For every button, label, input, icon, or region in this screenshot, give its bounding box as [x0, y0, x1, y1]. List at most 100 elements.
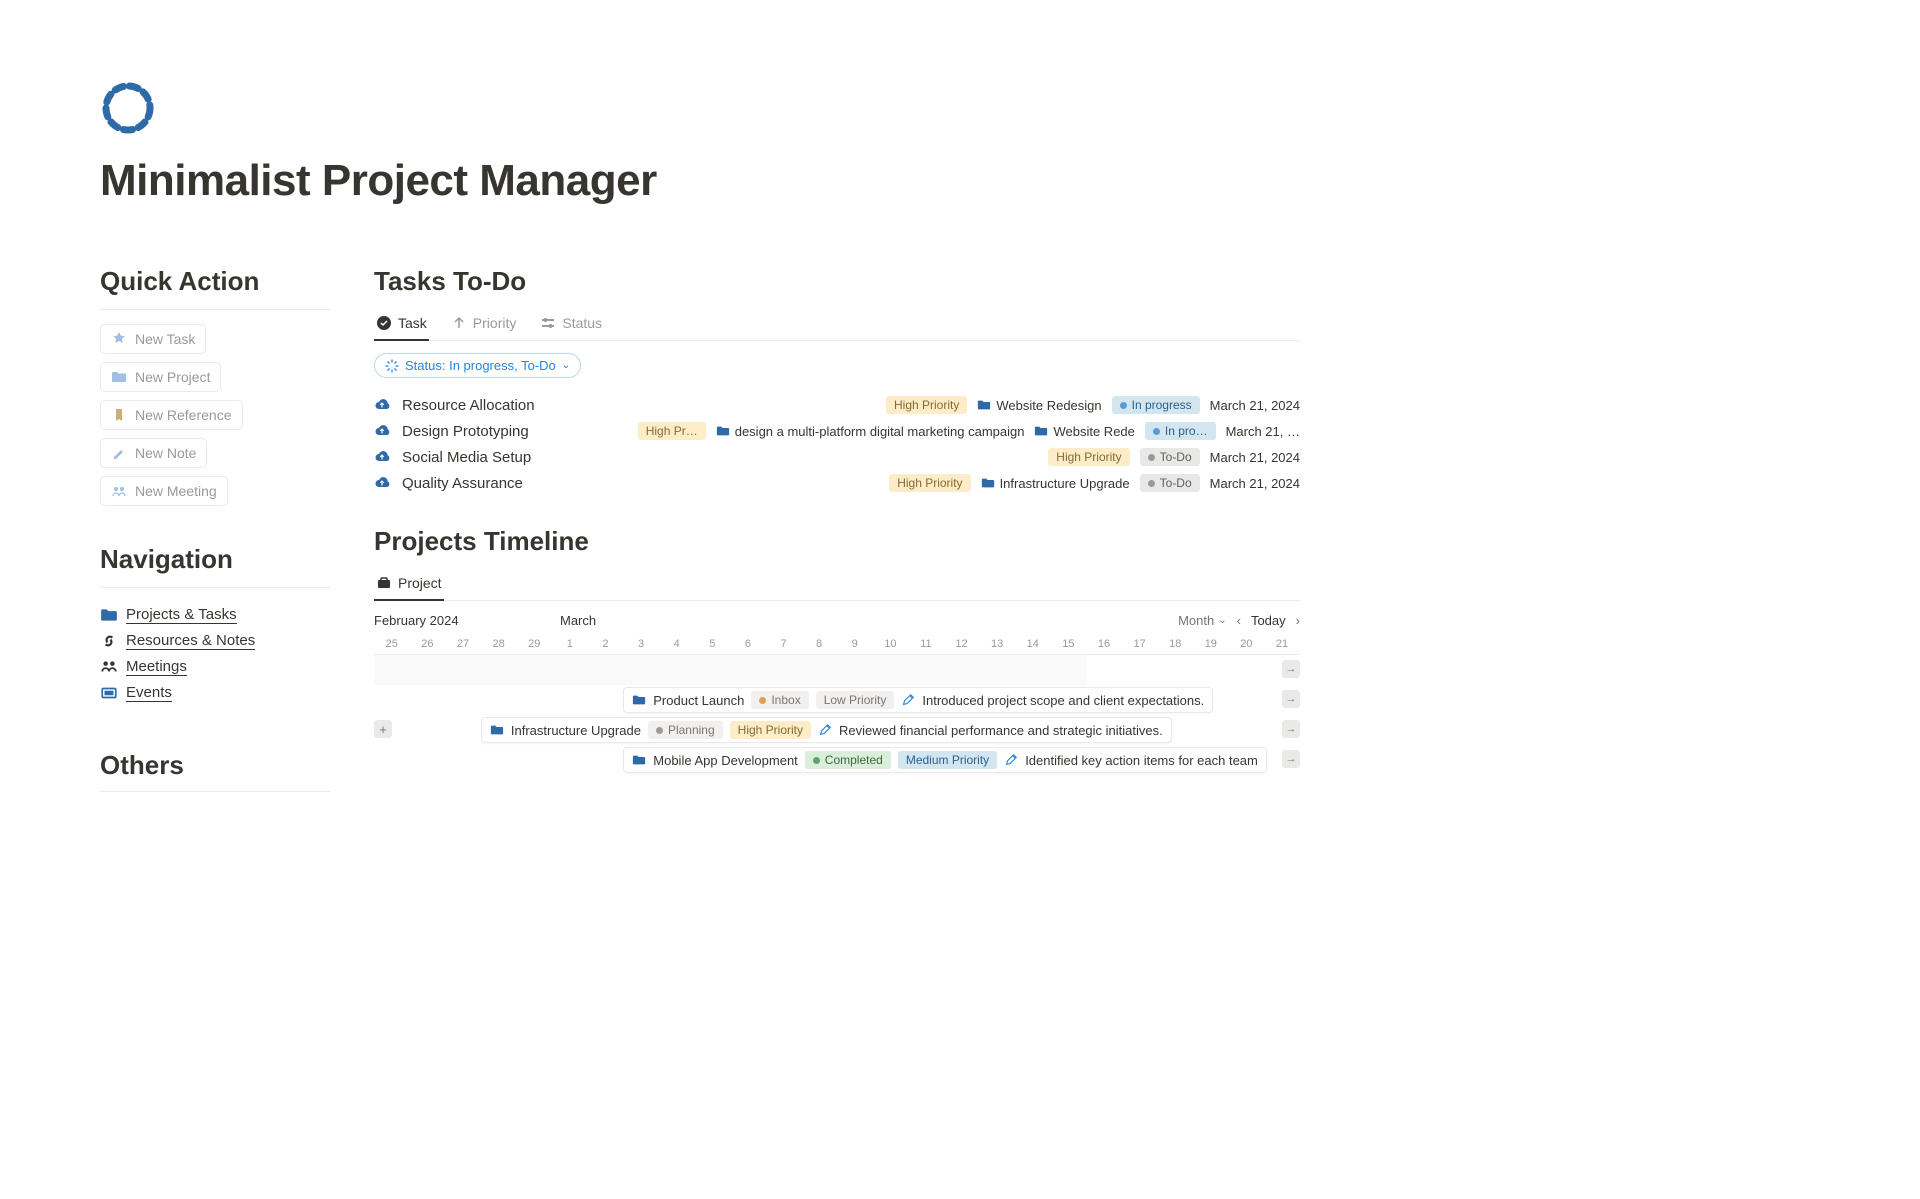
quick-action-new-reference[interactable]: New Reference — [100, 400, 243, 430]
timeline-row: Product LaunchInboxLow PriorityIntroduce… — [374, 685, 1300, 715]
day-column: 3 — [623, 634, 659, 654]
timeline-note: Reviewed financial performance and strat… — [839, 723, 1163, 738]
nav-icon — [100, 606, 118, 624]
folder-icon — [490, 723, 504, 737]
timeline-heading: Projects Timeline — [374, 526, 1300, 557]
nav-icon — [100, 632, 118, 650]
page-title: Minimalist Project Manager — [100, 156, 1300, 206]
day-column: 6 — [730, 634, 766, 654]
day-column: 12 — [944, 634, 980, 654]
folder-icon — [632, 753, 646, 767]
month-label-1: February 2024 — [374, 613, 560, 628]
qa-icon — [111, 445, 127, 461]
status-filter-pill[interactable]: Status: In progress, To-Do ⌄ — [374, 353, 581, 378]
task-row[interactable]: Resource Allocation High Priority Website … — [374, 392, 1300, 418]
tab-status[interactable]: Status — [538, 309, 604, 341]
task-row[interactable]: Social Media Setup High Priority To-Do Marc… — [374, 444, 1300, 470]
folder-icon — [632, 693, 646, 707]
day-column: 18 — [1157, 634, 1193, 654]
nav-icon — [100, 684, 118, 702]
task-row[interactable]: Quality AssuranceHigh PriorityInfrastruc… — [374, 470, 1300, 496]
project-name: Infrastructure Upgrade — [511, 723, 641, 738]
nav-events[interactable]: Events — [100, 680, 330, 706]
continue-arrow-icon[interactable]: → — [1282, 750, 1300, 768]
check-badge-icon — [376, 315, 392, 331]
day-column: 21 — [1264, 634, 1300, 654]
tab-project[interactable]: Project — [374, 569, 444, 601]
day-column: 8 — [801, 634, 837, 654]
chevron-down-icon: ⌄ — [562, 360, 570, 371]
view-selector[interactable]: Month ⌄ — [1178, 613, 1227, 628]
quick-action-new-meeting[interactable]: New Meeting — [100, 476, 228, 506]
task-name: Resource Allocation — [402, 397, 535, 414]
task-date: March 21, 2024 — [1210, 450, 1300, 465]
day-column: 11 — [908, 634, 944, 654]
divider — [100, 587, 330, 588]
priority-pill: High Priority — [730, 721, 811, 739]
nav-projects-tasks[interactable]: Projects & Tasks — [100, 602, 330, 628]
day-column: 20 — [1229, 634, 1265, 654]
add-icon[interactable]: + — [374, 720, 392, 738]
stage-pill: Completed — [805, 751, 891, 769]
task-date: March 21, … — [1226, 424, 1300, 439]
continue-arrow-icon[interactable]: → — [1282, 690, 1300, 708]
priority-pill: Low Priority — [816, 691, 895, 709]
priority-pill: High Priority — [1048, 448, 1129, 466]
qa-icon — [111, 483, 127, 499]
cloud-upload-icon — [374, 448, 392, 466]
qa-icon: 6"> — [111, 369, 127, 385]
today-button[interactable]: Today — [1251, 613, 1286, 628]
app-logo-icon — [100, 80, 156, 136]
task-description: design a multi-platform digital marketin… — [716, 424, 1025, 439]
next-button[interactable]: › — [1296, 613, 1300, 628]
cloud-upload-icon — [374, 422, 392, 440]
continue-arrow-icon[interactable]: → — [1282, 720, 1300, 738]
timeline-card[interactable]: Mobile App DevelopmentCompletedMedium Pr… — [623, 747, 1267, 773]
quick-action-new-task[interactable]: New Task — [100, 324, 206, 354]
task-name: Quality Assurance — [402, 475, 523, 492]
month-label-2: March — [560, 613, 596, 628]
day-column: 5 — [694, 634, 730, 654]
day-column: 17 — [1122, 634, 1158, 654]
nav-icon — [100, 658, 118, 676]
day-column: 26 — [410, 634, 446, 654]
quick-action-new-project[interactable]: 6">New Project — [100, 362, 221, 392]
project-name: Product Launch — [653, 693, 744, 708]
prev-button[interactable]: ‹ — [1237, 613, 1241, 628]
sliders-icon — [540, 315, 556, 331]
project-chip: Website Rede — [1034, 424, 1134, 439]
day-column: 2 — [588, 634, 624, 654]
cloud-upload-icon — [374, 474, 392, 492]
qa-icon — [111, 407, 127, 423]
day-column: 25 — [374, 634, 410, 654]
note-icon — [1004, 753, 1018, 767]
quick-action-new-note[interactable]: New Note — [100, 438, 207, 468]
status-pill: To-Do — [1140, 448, 1200, 466]
tab-task[interactable]: Task — [374, 309, 429, 341]
day-column: 29 — [516, 634, 552, 654]
priority-pill: Medium Priority — [898, 751, 997, 769]
day-column: 7 — [766, 634, 802, 654]
stage-pill: Planning — [648, 721, 723, 739]
timeline-note: Introduced project scope and client expe… — [922, 693, 1204, 708]
day-column: 16 — [1086, 634, 1122, 654]
briefcase-icon — [376, 575, 392, 591]
task-name: Design Prototyping — [402, 423, 529, 440]
day-column: 14 — [1015, 634, 1051, 654]
priority-pill: High Pr… — [638, 422, 706, 440]
status-pill: To-Do — [1140, 474, 1200, 492]
arrow-up-icon — [451, 315, 467, 331]
priority-pill: High Priority — [886, 396, 967, 414]
day-column: 1 — [552, 634, 588, 654]
nav-resources-notes[interactable]: Resources & Notes — [100, 628, 330, 654]
divider — [100, 791, 330, 792]
task-name: Social Media Setup — [402, 449, 531, 466]
nav-meetings[interactable]: Meetings — [100, 654, 330, 680]
task-row[interactable]: Design Prototyping High Pr… design a multi… — [374, 418, 1300, 444]
continue-arrow-icon[interactable]: → — [1282, 660, 1300, 678]
timeline-card[interactable]: Product LaunchInboxLow PriorityIntroduce… — [623, 687, 1213, 713]
project-chip: Website Redesign — [977, 398, 1101, 413]
timeline-card[interactable]: Infrastructure Upgrade Planning High Prior… — [481, 717, 1172, 743]
day-column: 13 — [979, 634, 1015, 654]
tab-priority[interactable]: Priority — [449, 309, 519, 341]
